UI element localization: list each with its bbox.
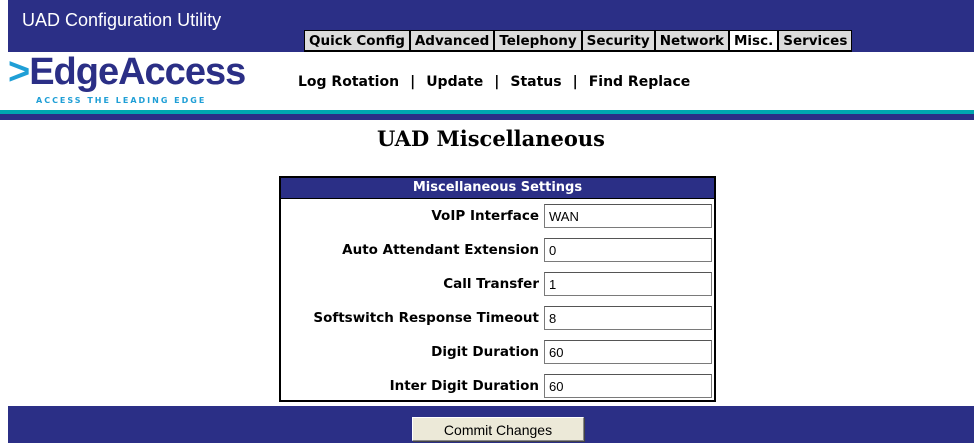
- edgeaccess-logo: >EdgeAccess: [8, 51, 246, 93]
- logo-tagline: ACCESS THE LEADING EDGE: [36, 96, 207, 105]
- main-nav: Quick Config Advanced Telephony Security…: [304, 30, 853, 52]
- sub-nav: Log Rotation | Update | Status | Find Re…: [298, 74, 690, 90]
- softswitch-response-timeout-input[interactable]: [544, 306, 712, 330]
- call-transfer-input[interactable]: [544, 272, 712, 296]
- field-row-voip-interface: VoIP Interface: [281, 203, 714, 229]
- softswitch-response-timeout-label: Softswitch Response Timeout: [313, 310, 539, 326]
- tab-advanced[interactable]: Advanced: [410, 31, 496, 50]
- sub-nav-separator: |: [494, 74, 500, 90]
- field-row-auto-attendant: Auto Attendant Extension: [281, 237, 714, 263]
- inter-digit-duration-input[interactable]: [544, 374, 712, 398]
- left-footer-stripe: [0, 406, 8, 443]
- tab-telephony[interactable]: Telephony: [495, 31, 583, 50]
- sub-nav-log-rotation[interactable]: Log Rotation: [298, 74, 399, 90]
- tab-security[interactable]: Security: [582, 31, 656, 50]
- tab-quick-config[interactable]: Quick Config: [305, 31, 411, 50]
- sub-nav-status[interactable]: Status: [510, 74, 561, 90]
- tab-services[interactable]: Services: [779, 31, 852, 50]
- sub-nav-separator: |: [410, 74, 416, 90]
- app-title: UAD Configuration Utility: [22, 10, 222, 30]
- main-content: UAD Miscellaneous Miscellaneous Settings…: [8, 120, 974, 406]
- commit-changes-button[interactable]: Commit Changes: [412, 417, 584, 441]
- left-stripe: [0, 52, 8, 114]
- sub-nav-update[interactable]: Update: [426, 74, 483, 90]
- sub-nav-find-replace[interactable]: Find Replace: [589, 74, 691, 90]
- logo-chevron-icon: >: [8, 51, 30, 93]
- digit-duration-label: Digit Duration: [431, 344, 539, 360]
- call-transfer-label: Call Transfer: [443, 276, 539, 292]
- auto-attendant-extension-label: Auto Attendant Extension: [342, 242, 539, 258]
- field-row-call-transfer: Call Transfer: [281, 271, 714, 297]
- field-row-softswitch-timeout: Softswitch Response Timeout: [281, 305, 714, 331]
- digit-duration-input[interactable]: [544, 340, 712, 364]
- voip-interface-input[interactable]: [544, 204, 712, 228]
- panel-title: Miscellaneous Settings: [281, 178, 714, 199]
- auto-attendant-extension-input[interactable]: [544, 238, 712, 262]
- title-bar: UAD Configuration Utility Quick Config A…: [8, 0, 974, 52]
- page-title: UAD Miscellaneous: [377, 126, 605, 151]
- tab-network[interactable]: Network: [655, 31, 730, 50]
- sub-nav-separator: |: [572, 74, 578, 90]
- settings-panel: Miscellaneous Settings VoIP Interface Au…: [279, 176, 716, 402]
- voip-interface-label: VoIP Interface: [431, 208, 539, 224]
- logo-wordmark: EdgeAccess: [29, 51, 246, 93]
- tab-misc[interactable]: Misc.: [729, 31, 780, 50]
- field-row-inter-digit-duration: Inter Digit Duration: [281, 373, 714, 399]
- field-row-digit-duration: Digit Duration: [281, 339, 714, 365]
- inter-digit-duration-label: Inter Digit Duration: [389, 378, 539, 394]
- header: UAD Configuration Utility Quick Config A…: [0, 0, 974, 120]
